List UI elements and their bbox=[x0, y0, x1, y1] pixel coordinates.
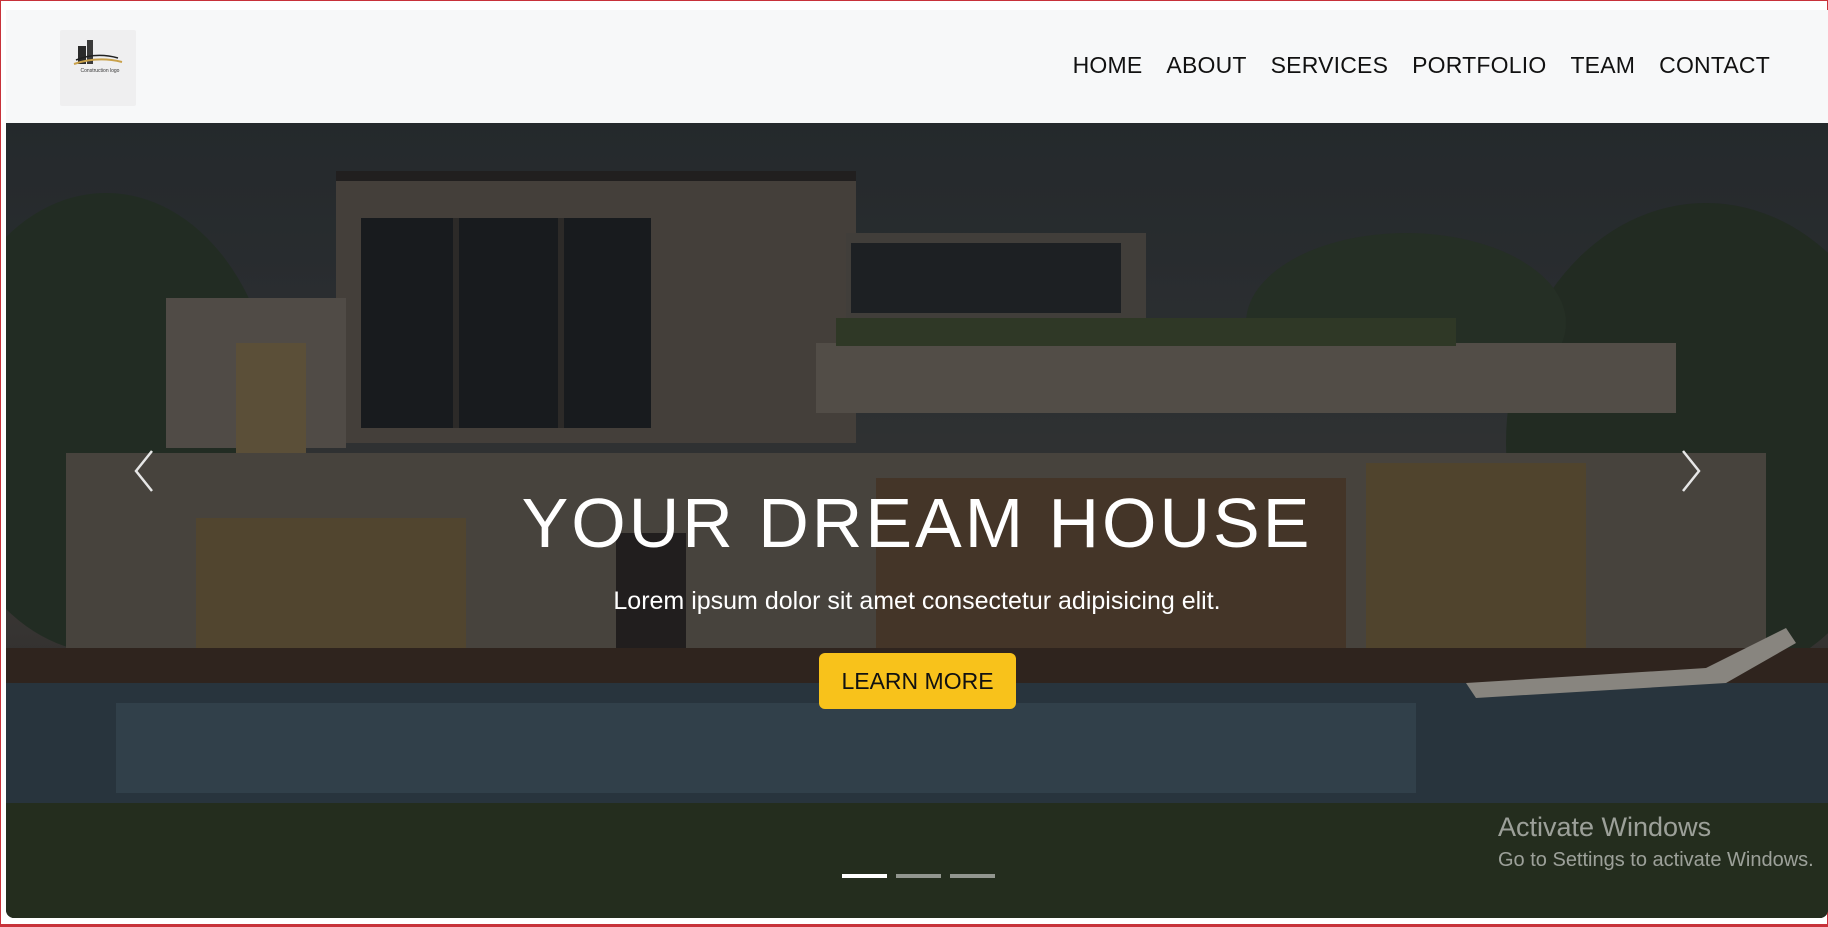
nav-services-link[interactable]: SERVICES bbox=[1271, 52, 1389, 79]
hero-title: YOUR DREAM HOUSE bbox=[521, 484, 1313, 562]
logo-text: Construction logo bbox=[80, 68, 120, 74]
hero-carousel: YOUR DREAM HOUSE Lorem ipsum dolor sit a… bbox=[6, 123, 1828, 918]
learn-more-button[interactable]: LEARN MORE bbox=[819, 653, 1016, 709]
carousel-indicator-3[interactable] bbox=[950, 874, 995, 878]
watermark-title: Activate Windows bbox=[1498, 812, 1712, 842]
carousel-indicator-1[interactable] bbox=[842, 874, 887, 878]
brand-logo[interactable]: Construction logo bbox=[60, 30, 136, 106]
hero-subtitle: Lorem ipsum dolor sit amet consectetur a… bbox=[613, 587, 1221, 615]
nav-about-link[interactable]: ABOUT bbox=[1166, 52, 1246, 79]
nav-contact-link[interactable]: CONTACT bbox=[1659, 52, 1770, 79]
navbar: Construction logo HOME ABOUT SERVICES PO… bbox=[6, 10, 1828, 123]
main-nav: HOME ABOUT SERVICES PORTFOLIO TEAM CONTA… bbox=[1049, 52, 1770, 79]
activate-windows-watermark: Activate Windows Go to Settings to activ… bbox=[1498, 812, 1814, 872]
watermark-subtitle: Go to Settings to activate Windows. bbox=[1498, 849, 1814, 871]
nav-team-link[interactable]: TEAM bbox=[1570, 52, 1635, 79]
carousel-indicators bbox=[842, 874, 995, 878]
nav-portfolio-link[interactable]: PORTFOLIO bbox=[1412, 52, 1546, 79]
nav-home-link[interactable]: HOME bbox=[1073, 52, 1143, 79]
carousel-indicator-2[interactable] bbox=[896, 874, 941, 878]
